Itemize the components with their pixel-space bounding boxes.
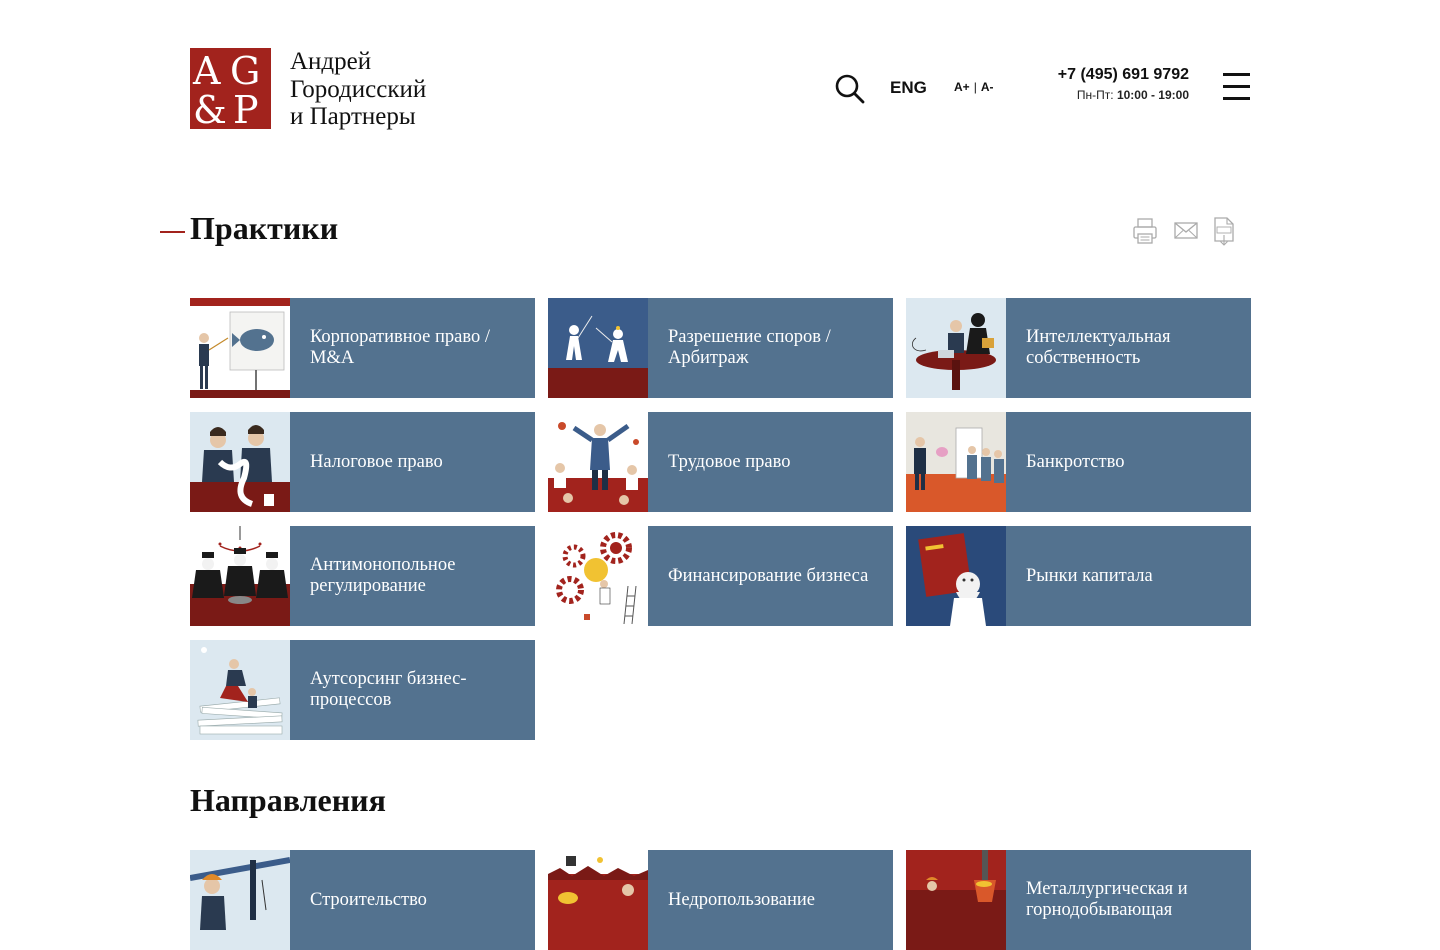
tile-label: Металлургическая и горнодобывающая (1026, 879, 1188, 920)
language-switch[interactable]: ENG (890, 78, 927, 98)
print-button[interactable] (1132, 217, 1158, 250)
tile-label: Разрешение споров / Арбитраж (668, 327, 831, 368)
tile-label: Налоговое право (310, 451, 443, 472)
practice-tile-tax[interactable]: Налоговое право (190, 412, 535, 512)
working-hours: Пн-Пт: 10:00 - 19:00 (1058, 88, 1189, 102)
font-decrease-button[interactable]: A- (981, 80, 994, 94)
tile-label: Строительство (310, 889, 427, 910)
tile-label: Корпоративное право / M&A (310, 327, 490, 368)
search-icon (835, 74, 865, 104)
das-kapital-illustration (906, 526, 1006, 626)
brand-line-3: и Партнеры (290, 103, 416, 130)
pdf-button[interactable] (1213, 217, 1235, 252)
contact-block: +7 (495) 691 9792 Пн-Пт: 10:00 - 19:00 (1058, 66, 1189, 102)
direction-tile-subsoil[interactable]: Недропользование (548, 850, 893, 950)
laptop-table-illustration (906, 298, 1006, 398)
title-accent-dash (160, 231, 185, 233)
practice-tile-bankruptcy[interactable]: Банкротство (906, 412, 1251, 512)
metallurgy-illustration (906, 850, 1006, 950)
fencing-duel-illustration (548, 298, 648, 398)
practice-tile-antitrust[interactable]: Антимонопольное регулирование (190, 526, 535, 626)
crane-worker-illustration (190, 850, 290, 950)
presentation-fish-illustration (190, 298, 290, 398)
direction-tile-metallurgy[interactable]: Металлургическая и горнодобывающая (906, 850, 1251, 950)
practice-tile-outsourcing[interactable]: Аутсорсинг бизнес-процессов (190, 640, 535, 740)
brand-line-2: Городисский (290, 75, 427, 103)
pdf-icon (1214, 217, 1234, 246)
phone-number[interactable]: +7 (495) 691 9792 (1058, 66, 1189, 84)
brand-line-1: Андрей (290, 48, 372, 75)
logo-letter-g: G (230, 49, 261, 93)
practice-tile-capital-markets[interactable]: Рынки капитала (906, 526, 1251, 626)
page-title: Практики (190, 210, 339, 246)
hours-value: 10:00 - 19:00 (1116, 88, 1189, 102)
workers-crowd-illustration (548, 412, 648, 512)
direction-tile-construction[interactable]: Строительство (190, 850, 535, 950)
email-button[interactable] (1174, 221, 1198, 246)
practice-tile-corporate[interactable]: Корпоративное право / M&A (190, 298, 535, 398)
logo-letter-p: P (233, 88, 259, 132)
hamburger-icon (1223, 73, 1250, 100)
tile-label: Финансирование бизнеса (668, 565, 869, 586)
tile-label: Недропользование (668, 889, 815, 910)
logo-letter-ampersand: & (193, 88, 227, 132)
practice-tile-ip[interactable]: Интеллектуальная собственность (906, 298, 1251, 398)
mining-illustration (548, 850, 648, 950)
tax-paper-illustration (190, 412, 290, 512)
logo[interactable]: A G & P (190, 48, 271, 129)
email-icon (1174, 222, 1198, 239)
font-increase-button[interactable]: A+ (954, 80, 970, 94)
practice-tile-finance[interactable]: Финансирование бизнеса (548, 526, 893, 626)
print-icon (1133, 218, 1157, 244)
menu-button[interactable] (1223, 73, 1250, 103)
tile-label: Банкротство (1026, 451, 1125, 472)
tile-label: Интеллектуальная собственность (1026, 327, 1171, 368)
practice-tile-labor[interactable]: Трудовое право (548, 412, 893, 512)
brand-name[interactable]: Андрей Городисский и Партнеры (290, 48, 426, 131)
search-button[interactable] (834, 73, 866, 105)
practice-tile-disputes[interactable]: Разрешение споров / Арбитраж (548, 298, 893, 398)
section-title-directions: Направления (190, 782, 386, 818)
tile-label: Антимонопольное регулирование (310, 555, 456, 596)
font-size-controls: A+ | A- (954, 80, 993, 94)
hours-label: Пн-Пт: (1076, 88, 1114, 102)
chandelier-meeting-illustration (190, 526, 290, 626)
piggy-bank-illustration (906, 412, 1006, 512)
paper-stack-illustration (190, 640, 290, 740)
tile-label: Трудовое право (668, 451, 791, 472)
font-separator: | (973, 80, 977, 94)
tile-label: Аутсорсинг бизнес-процессов (310, 669, 467, 710)
logo-letter-a: A (193, 49, 221, 93)
gears-coin-illustration (548, 526, 648, 626)
tile-label: Рынки капитала (1026, 565, 1153, 586)
